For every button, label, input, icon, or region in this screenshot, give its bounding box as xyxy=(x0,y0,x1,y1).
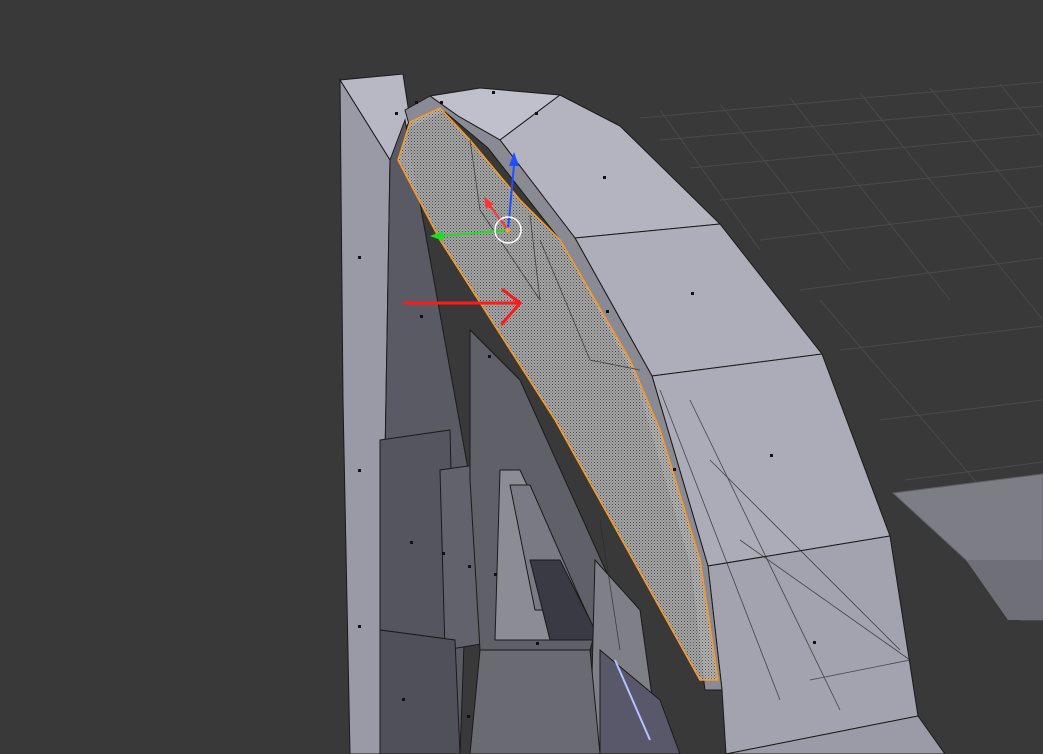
pivot-point-icon xyxy=(505,227,511,233)
3d-viewport[interactable] xyxy=(0,0,1043,754)
viewport-canvas[interactable] xyxy=(0,0,1043,754)
floor-plane-face xyxy=(966,560,1043,620)
